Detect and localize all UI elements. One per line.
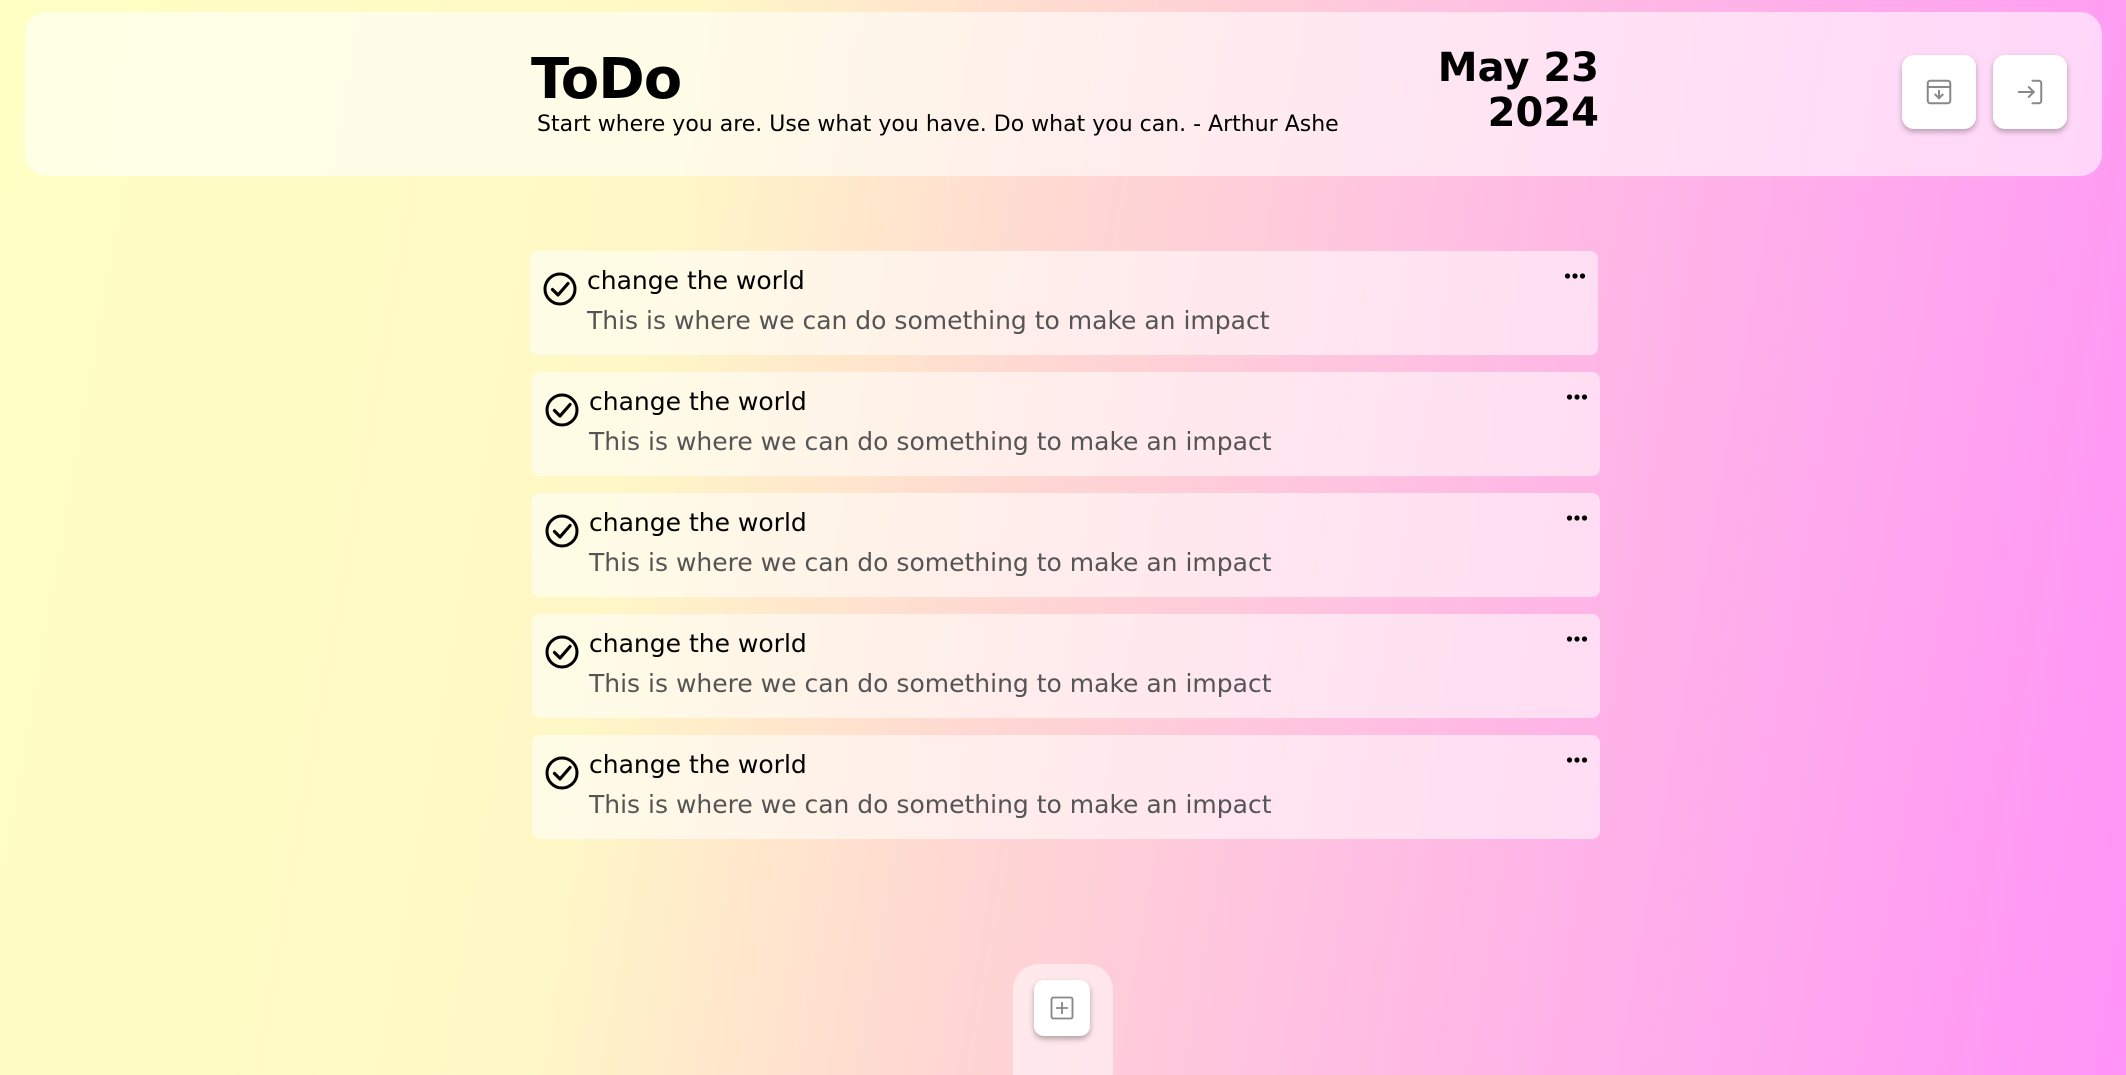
- todo-title: change the world: [589, 750, 807, 779]
- todo-description: This is where we can do something to mak…: [589, 548, 1272, 577]
- todo-description: This is where we can do something to mak…: [589, 427, 1272, 456]
- todo-list: change the world This is where we can do…: [530, 251, 1600, 856]
- todo-item[interactable]: change the world This is where we can do…: [530, 251, 1598, 355]
- title-block: ToDo Start where you are. Use what you h…: [531, 47, 1339, 138]
- todo-description: This is where we can do something to mak…: [587, 306, 1270, 335]
- todo-item[interactable]: change the world This is where we can do…: [532, 614, 1600, 718]
- sign-in-button[interactable]: [1993, 55, 2067, 129]
- more-options-icon[interactable]: [1566, 634, 1588, 644]
- more-options-icon[interactable]: [1566, 392, 1588, 402]
- add-todo-button[interactable]: [1034, 980, 1090, 1036]
- check-circle-icon[interactable]: [544, 634, 580, 670]
- todo-description: This is where we can do something to mak…: [589, 790, 1272, 819]
- todo-title: change the world: [589, 629, 807, 658]
- header-bar: ToDo Start where you are. Use what you h…: [25, 12, 2102, 176]
- header-quote: Start where you are. Use what you have. …: [537, 112, 1339, 137]
- sign-in-icon: [2017, 79, 2043, 105]
- todo-title: change the world: [589, 387, 807, 416]
- archive-button[interactable]: [1902, 55, 1976, 129]
- header-date: May 23 2024: [1438, 46, 1599, 136]
- date-year: 2024: [1487, 90, 1599, 136]
- app-title: ToDo: [531, 47, 682, 112]
- todo-item[interactable]: change the world This is where we can do…: [532, 372, 1600, 476]
- todo-item[interactable]: change the world This is where we can do…: [532, 493, 1600, 597]
- todo-description: This is where we can do something to mak…: [589, 669, 1272, 698]
- check-circle-icon[interactable]: [542, 271, 578, 307]
- more-options-icon[interactable]: [1566, 755, 1588, 765]
- plus-square-icon: [1050, 996, 1074, 1020]
- more-options-icon[interactable]: [1566, 513, 1588, 523]
- more-options-icon[interactable]: [1564, 271, 1586, 281]
- archive-download-icon: [1926, 79, 1952, 105]
- check-circle-icon[interactable]: [544, 392, 580, 428]
- todo-title: change the world: [589, 508, 807, 537]
- todo-title: change the world: [587, 266, 805, 295]
- check-circle-icon[interactable]: [544, 513, 580, 549]
- check-circle-icon[interactable]: [544, 755, 580, 791]
- date-month-day: May 23: [1437, 45, 1599, 91]
- todo-item[interactable]: change the world This is where we can do…: [532, 735, 1600, 839]
